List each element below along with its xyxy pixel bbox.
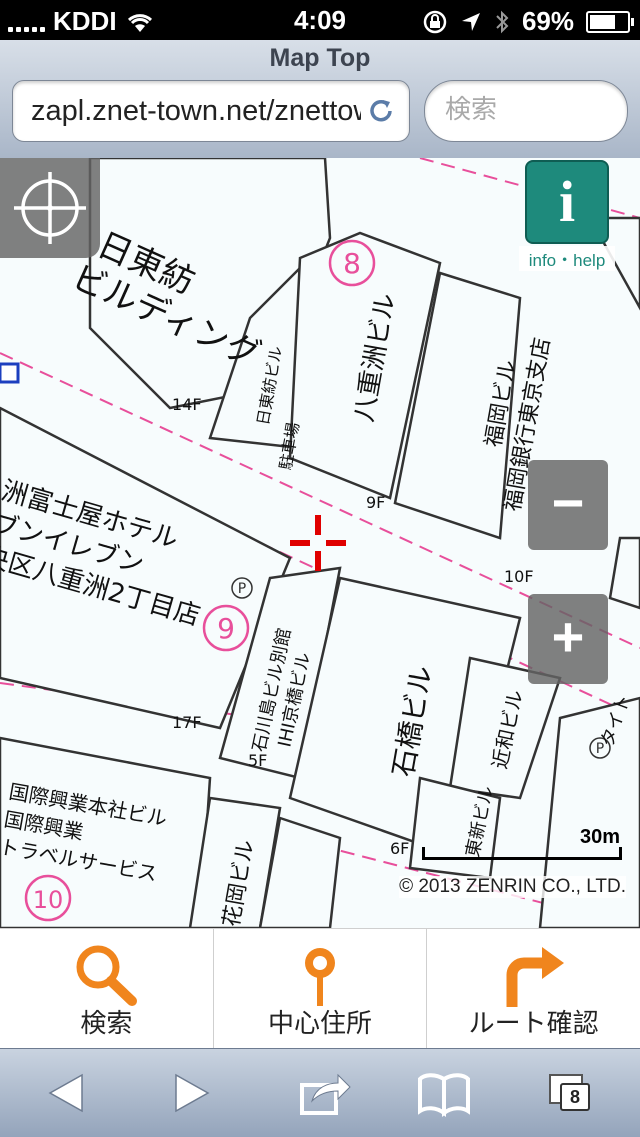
battery-percent: 69% [521, 6, 574, 36]
tab-route-check[interactable]: ルート確認 [427, 929, 640, 1049]
status-bar: KDDI 4:09 69% [0, 0, 640, 40]
info-help-button[interactable]: i info・help [519, 158, 615, 271]
map-number-9: 9 [217, 612, 235, 645]
browser-toolbar: 8 [0, 1048, 640, 1137]
zoom-out-button[interactable]: − [528, 460, 608, 550]
tab-route-check-label: ルート確認 [468, 1009, 599, 1039]
parking-mark: P [238, 581, 246, 597]
scale-label: 30m [579, 826, 620, 848]
browser-header: Map Top zapl.znet-town.net/znettown [0, 40, 640, 159]
map-number-8: 8 [343, 247, 361, 280]
bluetooth-icon [496, 10, 509, 33]
map-view[interactable]: 8 9 10 P P 日東紡 ビルディング 洲富士屋ホテル ブンイレブン 央区八… [0, 158, 640, 928]
info-icon: i [525, 160, 609, 244]
floor-label-14f: 14F [172, 395, 202, 414]
url-text[interactable]: zapl.znet-town.net/znettown [13, 95, 361, 128]
floor-label-10f: 10F [504, 567, 534, 586]
scale-line [422, 847, 622, 860]
back-arrow-icon[interactable] [36, 1067, 96, 1119]
search-input[interactable] [443, 93, 617, 126]
forward-arrow-icon[interactable] [162, 1067, 222, 1119]
location-arrow-icon [461, 12, 480, 31]
zoom-in-button[interactable]: + [528, 594, 608, 684]
current-location-button[interactable] [0, 158, 100, 258]
bookmarks-icon[interactable] [414, 1067, 474, 1119]
floor-label-6f: 6F [390, 839, 409, 858]
tab-search-label: 検索 [80, 1009, 133, 1039]
tabs-count[interactable]: 8 [560, 1083, 590, 1111]
floor-label-17f: 17F [172, 713, 202, 732]
map-copyright: © 2013 ZENRIN CO., LTD. [399, 876, 626, 898]
rotation-lock-icon [423, 10, 447, 33]
battery-icon [586, 10, 634, 33]
floor-label-5f: 5F [248, 751, 267, 770]
reload-icon[interactable] [365, 95, 397, 127]
map-scale-bar: 30m [422, 826, 622, 866]
floor-label-9f: 9F [366, 493, 385, 512]
tab-search[interactable]: 検索 [0, 929, 214, 1049]
page-title: Map Top [269, 44, 371, 72]
search-bar[interactable] [424, 80, 628, 142]
info-help-label: info・help [519, 246, 615, 271]
url-bar[interactable]: zapl.znet-town.net/znettown [12, 80, 410, 142]
tab-center-address-label: 中心住所 [268, 1009, 373, 1039]
map-number-10: 10 [33, 886, 64, 914]
crosshair-locate-icon [14, 172, 86, 244]
tab-center-address[interactable]: 中心住所 [214, 929, 428, 1049]
share-icon[interactable] [294, 1067, 354, 1119]
app-action-bar: 検索 中心住所 ルート確認 [0, 928, 640, 1049]
map-center-crosshair-icon [290, 515, 346, 571]
